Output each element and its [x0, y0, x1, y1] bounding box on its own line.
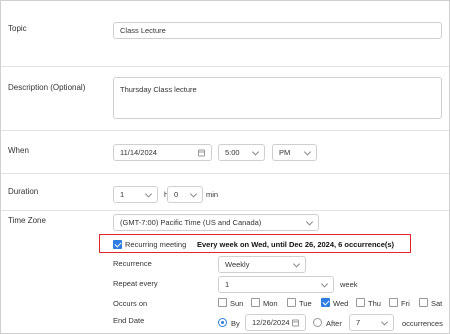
weekday-checkbox-wed[interactable] — [321, 298, 330, 307]
description-textarea[interactable]: Thursday Class lecture — [113, 77, 442, 119]
divider — [1, 173, 449, 174]
duration-minutes-value: 0 — [174, 190, 179, 199]
recurring-checkbox[interactable] — [113, 240, 122, 249]
chevron-down-icon — [303, 147, 312, 156]
chevron-down-icon — [144, 189, 153, 198]
topic-value: Class Lecture — [120, 26, 166, 35]
recurring-summary: Every week on Wed, until Dec 26, 2024, 6… — [197, 240, 395, 249]
duration-hours-select[interactable]: 1 — [113, 186, 158, 203]
weekday-label: Mon — [263, 299, 278, 308]
end-after-count-select[interactable]: 7 — [349, 314, 394, 331]
chevron-down-icon — [305, 217, 314, 226]
timezone-select[interactable]: (GMT-7:00) Pacific Time (US and Canada) — [113, 214, 319, 231]
weekday-label: Wed — [333, 299, 349, 308]
weekday-checkbox-sat[interactable] — [419, 298, 428, 307]
description-label: Description (Optional) — [8, 83, 86, 92]
ampm-select[interactable]: PM — [272, 144, 317, 161]
weekday-label: Tue — [299, 299, 312, 308]
divider — [1, 210, 449, 211]
weekday-label: Sat — [431, 299, 443, 308]
calendar-icon[interactable] — [292, 319, 299, 326]
recurring-label[interactable]: Recurring meeting — [125, 240, 186, 249]
end-by-date-picker[interactable]: 12/26/2024 — [245, 314, 306, 331]
description-value: Thursday Class lecture — [120, 85, 197, 94]
repeat-every-value: 1 — [225, 280, 230, 289]
duration-label: Duration — [8, 187, 39, 196]
occurs-on-label: Occurs on — [113, 299, 148, 308]
weekday-checkbox-mon[interactable] — [251, 298, 260, 307]
weekday-checkbox-fri[interactable] — [389, 298, 398, 307]
repeat-every-select[interactable]: 1 — [218, 276, 334, 293]
duration-minutes-select[interactable]: 0 — [167, 186, 203, 203]
weekday-label: Thu — [368, 299, 381, 308]
end-by-label: By — [231, 319, 240, 328]
end-after-count-value: 7 — [356, 318, 361, 327]
when-label: When — [8, 146, 29, 155]
weekday-label: Fri — [401, 299, 410, 308]
chevron-down-icon — [320, 279, 329, 288]
date-picker[interactable]: 11/14/2024 — [113, 144, 212, 161]
chevron-down-icon — [292, 259, 301, 268]
weekday-checkbox-sun[interactable] — [218, 298, 227, 307]
end-after-radio[interactable] — [313, 318, 322, 327]
end-after-label: After — [326, 319, 342, 328]
date-value: 11/14/2024 — [120, 148, 157, 157]
end-by-date-value: 12/26/2024 — [252, 318, 290, 327]
repeat-every-label: Repeat every — [113, 279, 158, 288]
duration-hours-value: 1 — [120, 190, 125, 199]
weekday-checkbox-thu[interactable] — [356, 298, 365, 307]
time-select[interactable]: 5:00 — [218, 144, 265, 161]
occurrences-label: occurrences — [402, 319, 443, 328]
ampm-value: PM — [279, 148, 291, 157]
topic-input[interactable]: Class Lecture — [113, 22, 442, 39]
chevron-down-icon — [251, 147, 260, 156]
chevron-down-icon — [189, 189, 198, 198]
timezone-value: (GMT-7:00) Pacific Time (US and Canada) — [120, 218, 262, 227]
min-label: min — [206, 190, 219, 199]
divider — [1, 130, 449, 131]
calendar-icon[interactable] — [198, 149, 205, 156]
time-value: 5:00 — [225, 148, 240, 157]
end-date-label: End Date — [113, 316, 145, 325]
repeat-unit-label: week — [340, 280, 358, 289]
chevron-down-icon — [380, 317, 389, 326]
weekday-checkbox-tue[interactable] — [287, 298, 296, 307]
recurrence-select[interactable]: Weekly — [218, 256, 306, 273]
timezone-label: Time Zone — [8, 216, 46, 225]
topic-label: Topic — [8, 24, 27, 33]
recurrence-label: Recurrence — [113, 259, 152, 268]
weekday-label: Sun — [230, 299, 244, 308]
end-by-radio[interactable] — [218, 318, 227, 327]
divider — [1, 66, 449, 67]
recurrence-value: Weekly — [225, 260, 250, 269]
